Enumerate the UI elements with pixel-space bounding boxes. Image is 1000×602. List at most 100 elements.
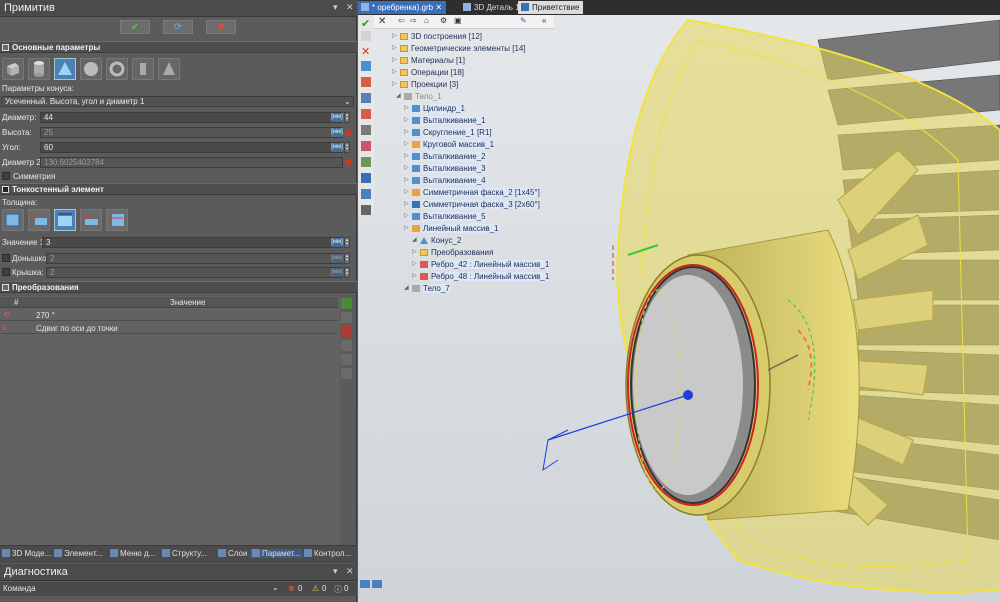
folder-button[interactable] <box>341 368 352 379</box>
tab-structure[interactable]: Структу... <box>162 549 207 558</box>
table-row[interactable]: ⟲ 270 ° <box>0 309 338 321</box>
tab-welcome[interactable]: Приветствие <box>518 1 584 14</box>
filter-icon[interactable]: ▣ <box>454 16 462 25</box>
tab-3d-model[interactable]: 3D Моде... <box>2 549 51 558</box>
chevron-down-icon[interactable]: ⌄ <box>344 97 351 106</box>
tab-menu[interactable]: Меню д... <box>110 549 155 558</box>
tree-node[interactable]: ▷ Выталкивание_5 <box>404 211 486 222</box>
tree-node[interactable]: ▷ Симметричная фаска_2 [1x45°] <box>404 187 540 198</box>
delete-row-button[interactable] <box>341 326 352 337</box>
sketch-icon[interactable] <box>361 157 371 167</box>
tab-parameters[interactable]: Парамет... <box>250 549 303 558</box>
cone-primitive-icon[interactable] <box>54 58 76 80</box>
hierarchy-icon[interactable] <box>361 173 371 183</box>
bottom-checkbox[interactable] <box>2 254 10 262</box>
tree-node[interactable]: ▷ Преобразования <box>412 247 493 258</box>
value1-input[interactable]: 3 <box>42 237 343 248</box>
tree-node[interactable]: ▷ Ребро_48 : Линейный массив_1 <box>412 271 550 282</box>
thick-both-icon[interactable] <box>54 209 76 231</box>
move-down-button[interactable] <box>341 354 352 365</box>
tab-control[interactable]: Контрол... <box>304 549 351 558</box>
section-thin-wall[interactable]: Тонкостенный элемент <box>0 183 357 195</box>
pin-icon[interactable]: ▾ <box>333 566 338 577</box>
layers-icon[interactable] <box>361 125 371 135</box>
bottom-input[interactable]: 2 <box>46 253 343 264</box>
tree-node[interactable]: ▷ Выталкивание_4 <box>404 175 486 186</box>
symmetry-checkbox[interactable] <box>2 172 10 180</box>
cursor-icon[interactable] <box>361 205 371 215</box>
thick-inside-icon[interactable] <box>28 209 50 231</box>
tree-node[interactable]: ▷ Геометрические элементы [14] <box>392 43 526 54</box>
lid-input[interactable]: 2 <box>46 267 343 278</box>
tree-node[interactable]: ◢ Тело_7 <box>404 283 450 294</box>
close-tab-icon[interactable]: ✕ <box>435 3 442 12</box>
tree-node[interactable]: ▷ Симметричная фаска_3 [2x60°] <box>404 199 540 210</box>
angle-input[interactable]: 60 <box>40 142 343 153</box>
section-main-params[interactable]: Основные параметры <box>0 41 357 53</box>
close-icon[interactable]: ✕ <box>346 2 354 13</box>
tree-node[interactable]: ▷ Выталкивание_2 <box>404 151 486 162</box>
diameter-spinner[interactable]: ▴ ▾ <box>344 112 350 123</box>
table-row[interactable]: ⤓ Сдвиг по оси до точки <box>0 322 338 334</box>
height-input[interactable]: 25 <box>40 127 343 138</box>
tree-node[interactable]: ▷ Выталкивание_1 <box>404 115 486 126</box>
thick-outside-icon[interactable] <box>2 209 24 231</box>
tree-node[interactable]: ▷ Цилиндр_1 <box>404 103 465 114</box>
edit-row-button[interactable] <box>341 312 352 323</box>
axis-icon[interactable] <box>361 141 371 151</box>
tree-node[interactable]: ▷ Круговой массив_1 <box>404 139 495 150</box>
add-row-button[interactable] <box>341 298 352 309</box>
arrow-right-icon[interactable]: ⇨ <box>410 16 417 25</box>
tree-icon[interactable] <box>361 31 371 41</box>
tab-3d-part[interactable]: 3D Деталь 1 <box>460 1 524 14</box>
tree-node[interactable]: ◢ Тело_1 <box>396 91 442 102</box>
thick-custom-icon[interactable] <box>106 209 128 231</box>
close-icon[interactable]: ✕ <box>361 45 371 58</box>
tree-node[interactable]: ▷ Скругление_1 [R1] <box>404 127 492 138</box>
apply-button[interactable]: ⟳ <box>163 20 193 34</box>
check-icon[interactable]: ✔ <box>361 17 371 30</box>
collapse-icon[interactable]: « <box>542 16 546 25</box>
box-primitive-icon[interactable] <box>2 58 24 80</box>
view-mode-icon[interactable] <box>360 580 370 588</box>
tree-node[interactable]: ▷ 3D построения [12] <box>392 31 482 42</box>
wrench-icon[interactable] <box>361 61 371 71</box>
lid-checkbox[interactable] <box>2 268 10 276</box>
cylinder-primitive-icon[interactable] <box>28 58 50 80</box>
tab-elements[interactable]: Элемент... <box>54 549 102 558</box>
section-transforms[interactable]: Преобразования <box>0 281 357 293</box>
tree-node[interactable]: ▷ Линейный массив_1 <box>404 223 499 234</box>
tree-node[interactable]: ▷ Операции [18] <box>392 67 464 78</box>
link-icon[interactable] <box>361 189 371 199</box>
sphere-primitive-icon[interactable] <box>80 58 102 80</box>
stack-icon[interactable] <box>361 93 371 103</box>
edit-icon[interactable]: ✎ <box>520 16 527 25</box>
error-icon[interactable]: ⊗ <box>288 584 295 593</box>
clear-diameter2-icon[interactable] <box>345 160 351 166</box>
pyramid-primitive-icon[interactable] <box>158 58 180 80</box>
torus-primitive-icon[interactable] <box>106 58 128 80</box>
angle-spinner[interactable]: ▴ ▾ <box>344 142 350 153</box>
thick-symmetric-icon[interactable] <box>80 209 102 231</box>
ok-button[interactable]: ✔ <box>120 20 150 34</box>
bottom-spinner[interactable]: ▴ ▾ <box>344 253 350 264</box>
tab-document-grb[interactable]: * оребренка).grb ✕ <box>358 1 447 14</box>
value1-spinner[interactable]: ▴ ▾ <box>344 237 350 248</box>
view-split-icon[interactable] <box>372 580 382 588</box>
gear-icon[interactable]: ⚙ <box>440 16 447 25</box>
tree-node[interactable]: ◢ Конус_2 <box>412 235 461 246</box>
measure-icon[interactable] <box>361 77 371 87</box>
chevron-down-icon[interactable]: ⌄ <box>272 583 279 592</box>
3d-viewport[interactable] <box>358 0 1000 602</box>
diameter2-input[interactable]: 130.6025403784 <box>40 157 343 168</box>
cone-mode-select[interactable]: Усеченный. Высота, угол и диаметр 1 <box>1 96 354 107</box>
diameter-input[interactable]: 44 <box>40 112 343 123</box>
close-icon[interactable]: ✕ <box>346 566 354 577</box>
tab-layers[interactable]: Слои <box>218 549 247 558</box>
tube-primitive-icon[interactable] <box>132 58 154 80</box>
warning-icon[interactable]: ⚠ <box>312 584 319 593</box>
close-icon[interactable]: ✕ <box>378 16 386 27</box>
info-icon[interactable]: ⓘ <box>334 584 342 595</box>
move-up-button[interactable] <box>341 340 352 351</box>
lid-spinner[interactable]: ▴ ▾ <box>344 267 350 278</box>
